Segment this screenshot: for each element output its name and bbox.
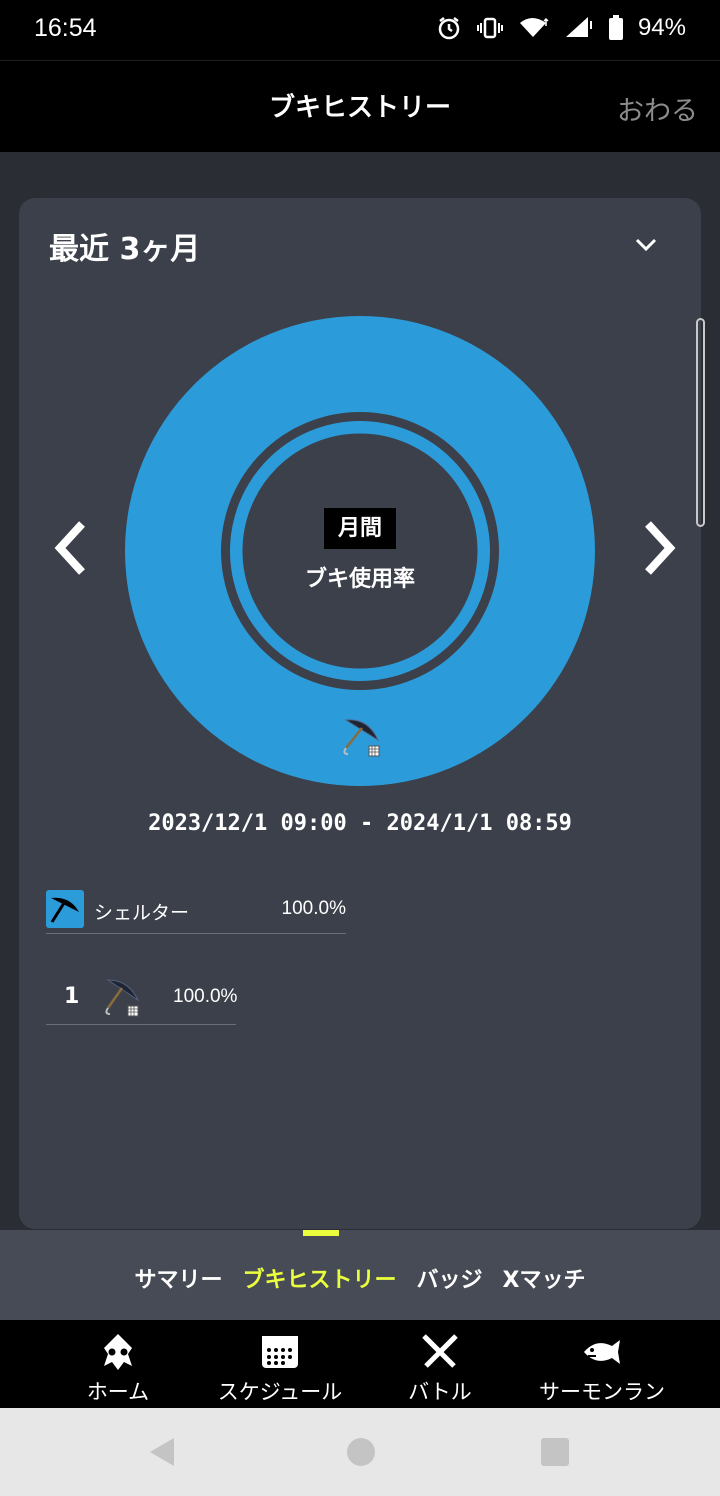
nav-salmon-run-label: サーモンラン [539, 1380, 665, 1404]
scrollbar-thumb[interactable] [696, 318, 705, 527]
nav-schedule[interactable]: スケジュール [190, 1320, 370, 1408]
vibrate-icon [476, 17, 503, 39]
wifi-icon [519, 17, 549, 37]
tab-x-match[interactable]: Xマッチ [503, 1262, 586, 1294]
chevron-down-icon[interactable] [631, 230, 661, 260]
app-header: ブキヒストリー おわる [0, 60, 720, 152]
nav-battle[interactable]: バトル [350, 1320, 530, 1408]
next-period-icon[interactable] [640, 518, 680, 578]
calendar-icon [262, 1336, 298, 1368]
umbrella-weapon-icon [105, 979, 140, 1017]
status-time: 16:54 [34, 14, 97, 42]
home-icon[interactable] [347, 1438, 375, 1466]
donut-center-label: ブキ使用率 [304, 567, 415, 592]
back-icon[interactable] [146, 1436, 178, 1468]
status-bar: 16:54 94% [0, 0, 720, 60]
squid-icon [104, 1334, 132, 1370]
crossed-weapons-icon [422, 1334, 458, 1368]
nav-salmon-run[interactable]: サーモンラン [512, 1320, 692, 1408]
rank-number: 1 [64, 984, 80, 1009]
donut-period-badge: 月間 [324, 508, 396, 549]
tab-weapon-history[interactable]: ブキヒストリー [243, 1262, 397, 1294]
battery-percent: 94% [637, 14, 686, 41]
salmon-icon [584, 1340, 620, 1364]
signal-icon [565, 17, 592, 37]
donut-hole [247, 438, 473, 664]
nav-home-label: ホーム [86, 1380, 150, 1404]
nav-home[interactable]: ホーム [28, 1320, 208, 1408]
date-range: 2023/12/1 09:00 - 2024/1/1 08:59 [148, 811, 572, 836]
battery-icon [608, 15, 623, 40]
tab-summary[interactable]: サマリー [134, 1262, 222, 1294]
active-tab-indicator [303, 1230, 339, 1236]
ranking-row: 1 100.0% [46, 974, 238, 1025]
weapon-class-brella-icon [46, 890, 84, 928]
legend-weapon-class-name: シェルター [94, 902, 190, 924]
legend-percent: 100.0% [281, 898, 346, 919]
bottom-navigation: ホーム スケジュール バトル サーモンラン [0, 1320, 720, 1408]
previous-period-icon[interactable] [50, 518, 90, 578]
recent-apps-icon[interactable] [541, 1438, 569, 1466]
legend-row: シェルター 100.0% [46, 890, 346, 934]
status-icons: 94% [436, 14, 686, 42]
nav-schedule-label: スケジュール [217, 1380, 343, 1404]
tab-badges[interactable]: バッジ [417, 1262, 483, 1294]
period-title[interactable]: 最近 3ヶ月 [49, 224, 200, 268]
alarm-icon [438, 17, 460, 40]
umbrella-weapon-icon [343, 719, 380, 757]
close-button[interactable]: おわる [617, 89, 698, 128]
page-title: ブキヒストリー [268, 93, 451, 123]
nav-battle-label: バトル [408, 1380, 472, 1404]
sub-navigation: サマリー ブキヒストリー バッジ Xマッチ [0, 1230, 720, 1320]
rank-percent: 100.0% [173, 986, 238, 1007]
